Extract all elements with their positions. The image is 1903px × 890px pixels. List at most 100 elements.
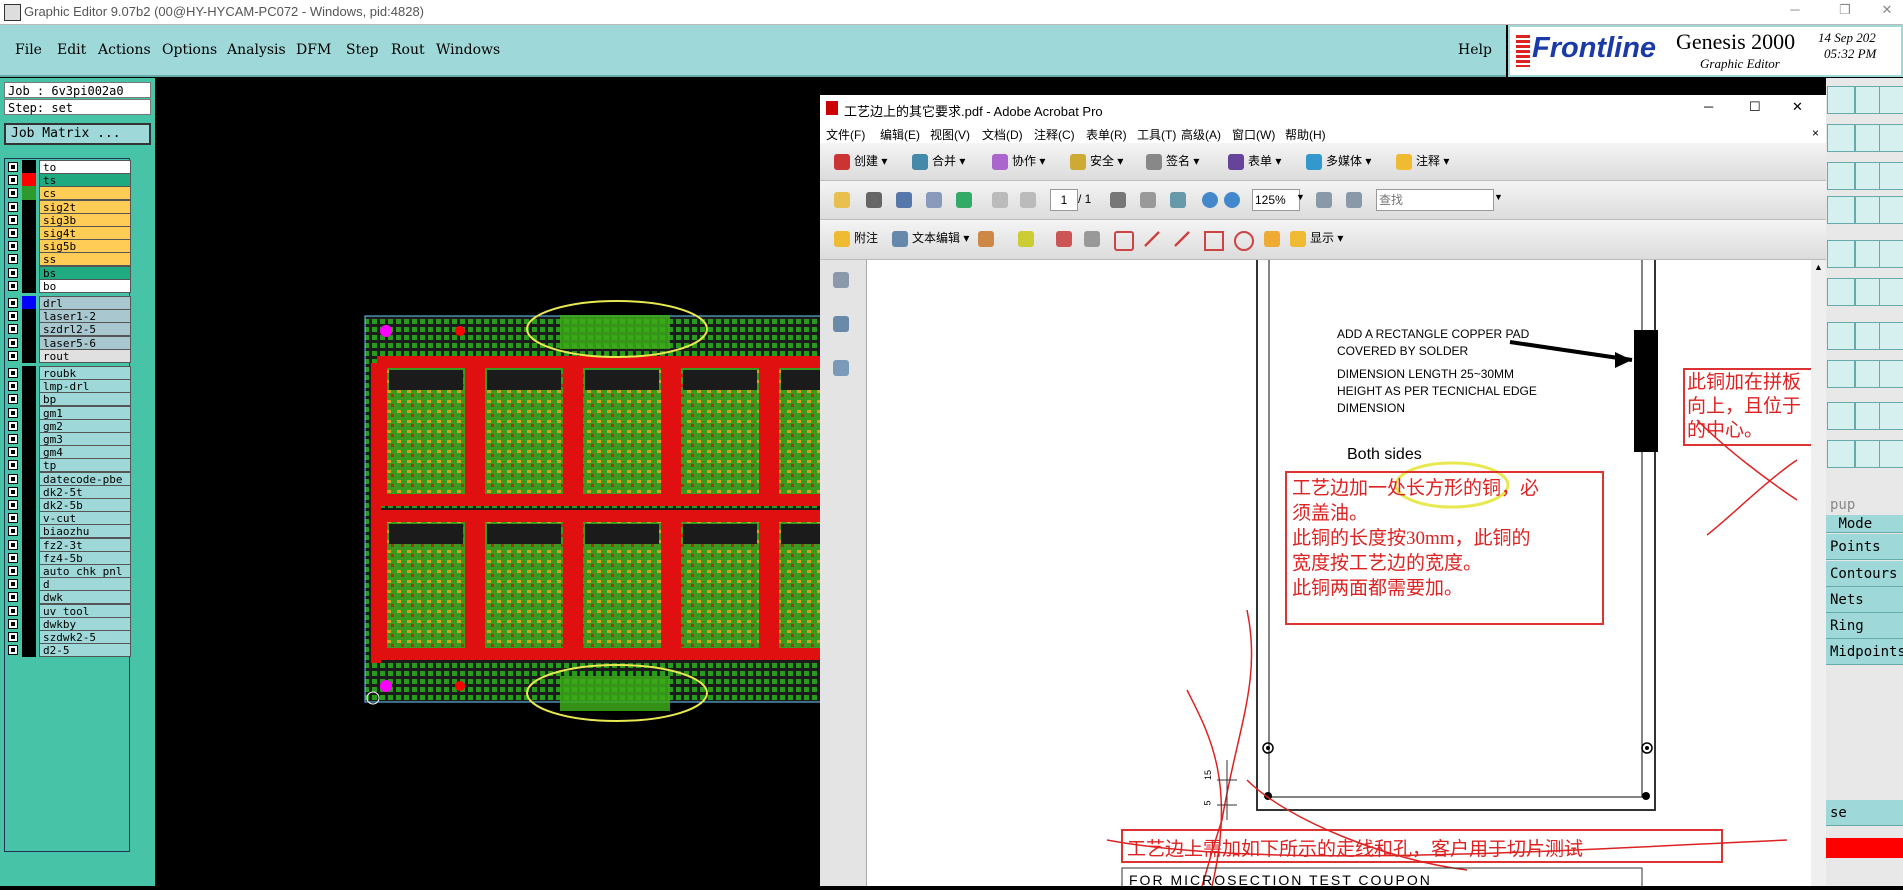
layer-color-swatch[interactable]	[22, 405, 36, 420]
acro-menu-document[interactable]: 文档(D)	[982, 126, 1023, 143]
zoom-out-icon[interactable]	[1202, 192, 1218, 208]
textbox-icon[interactable]	[1084, 231, 1100, 247]
tool-button-icon[interactable]	[1879, 440, 1903, 468]
pdf-page[interactable]: ADD A RECTANGLE COPPER PAD COVERED BY SO…	[867, 260, 1811, 886]
fit-width-icon[interactable]	[1316, 192, 1332, 208]
layer-color-swatch[interactable]	[22, 616, 36, 631]
layer-color-swatch[interactable]	[22, 432, 36, 446]
zoom-tool-icon[interactable]	[1170, 192, 1186, 208]
zoom-in-icon[interactable]	[1224, 192, 1240, 208]
layer-row[interactable]: gm4	[8, 445, 131, 460]
layer-checkbox[interactable]	[8, 162, 18, 172]
layer-name[interactable]: laser5-6	[39, 335, 131, 350]
scroll-up-icon[interactable]: ▲	[1814, 262, 1823, 272]
acrobat-maximize-icon[interactable]: ☐	[1749, 99, 1761, 115]
acro-menu-view[interactable]: 视图(V)	[930, 126, 970, 143]
sticky-note-button[interactable]: 附注	[834, 229, 878, 247]
tool-button-icon[interactable]	[1827, 360, 1855, 388]
layer-color-swatch[interactable]	[22, 630, 36, 644]
layer-name[interactable]: dk2-5t	[39, 484, 131, 499]
layer-color-swatch[interactable]	[22, 322, 36, 337]
layer-checkbox[interactable]	[8, 539, 18, 550]
oval-tool-icon[interactable]	[1234, 231, 1254, 251]
rectangle-tool-icon[interactable]	[1204, 231, 1224, 251]
layer-row[interactable]: ss	[8, 252, 131, 267]
layer-row[interactable]: dwk	[8, 590, 131, 605]
layer-color-swatch[interactable]	[22, 471, 36, 486]
tool-button-icon[interactable]	[1879, 162, 1903, 190]
open-icon[interactable]	[834, 192, 850, 208]
layer-name[interactable]: d	[39, 577, 131, 592]
tool-button-icon[interactable]	[1879, 402, 1903, 430]
tool-button-icon[interactable]	[1827, 162, 1855, 190]
layer-row[interactable]: auto_chk_pnl	[8, 564, 131, 578]
layer-row[interactable]: tp	[8, 458, 131, 473]
layer-row[interactable]: drl	[8, 296, 131, 310]
bookmarks-icon[interactable]	[833, 316, 849, 332]
layer-checkbox[interactable]	[8, 486, 18, 497]
layer-name[interactable]: laser1-2	[39, 309, 131, 324]
secure-button[interactable]: 安全 ▾	[1070, 152, 1123, 170]
layer-checkbox[interactable]	[8, 473, 18, 484]
layer-row[interactable]: d2-5	[8, 643, 131, 658]
layer-row[interactable]: sig4t	[8, 226, 131, 240]
layer-checkbox[interactable]	[8, 254, 18, 265]
tool-button-icon[interactable]	[1827, 402, 1855, 430]
layer-row[interactable]: szdwk2-5	[8, 630, 131, 644]
layer-checkbox[interactable]	[8, 605, 18, 616]
tool-button-icon[interactable]	[1879, 360, 1903, 388]
text-edit-button[interactable]: 文本编辑 ▾	[892, 229, 969, 247]
layer-color-swatch[interactable]	[22, 445, 36, 460]
layer-name[interactable]: auto_chk_pnl	[39, 564, 131, 578]
layer-color-swatch[interactable]	[22, 458, 36, 473]
layer-row[interactable]: ts	[8, 173, 131, 188]
layer-row[interactable]: bp	[8, 392, 131, 407]
layer-row[interactable]: szdrl2-5	[8, 322, 131, 337]
layer-checkbox[interactable]	[8, 214, 18, 225]
layer-color-swatch[interactable]	[22, 199, 36, 214]
arrow-tool-icon[interactable]	[1144, 231, 1160, 247]
layer-row[interactable]: dwkby	[8, 616, 131, 631]
layer-name[interactable]: ts	[39, 173, 131, 188]
layer-color-swatch[interactable]	[22, 577, 36, 592]
acrobat-window[interactable]: 工艺边上的其它要求.pdf - Adobe Acrobat Pro ─ ☐ ✕ …	[820, 95, 1826, 886]
search-input[interactable]	[1376, 189, 1494, 211]
layer-color-swatch[interactable]	[22, 550, 36, 565]
layer-color-swatch[interactable]	[22, 278, 36, 293]
layer-name[interactable]: gm1	[39, 405, 131, 420]
layer-color-swatch[interactable]	[22, 603, 36, 618]
layer-color-swatch[interactable]	[22, 643, 36, 658]
collaborate-button[interactable]: 协作 ▾	[992, 152, 1045, 170]
zoom-input[interactable]	[1252, 189, 1300, 211]
layer-color-swatch[interactable]	[22, 590, 36, 605]
signatures-icon[interactable]	[833, 360, 849, 376]
layer-checkbox[interactable]	[8, 337, 18, 348]
minimize-icon[interactable]: ─	[1780, 2, 1810, 22]
layer-color-swatch[interactable]	[22, 226, 36, 240]
layer-color-swatch[interactable]	[22, 296, 36, 310]
layer-name[interactable]: to	[39, 160, 131, 174]
cloud-icon[interactable]	[1114, 231, 1134, 251]
layer-name[interactable]: fz2-3t	[39, 537, 131, 552]
layer-checkbox[interactable]	[8, 350, 18, 361]
layer-checkbox[interactable]	[8, 394, 18, 405]
layer-color-swatch[interactable]	[22, 366, 36, 380]
acrobat-close-icon[interactable]: ✕	[1792, 99, 1803, 115]
layer-color-swatch[interactable]	[22, 265, 36, 280]
layer-name[interactable]: bs	[39, 265, 131, 280]
tool-button-icon[interactable]	[1827, 196, 1855, 224]
menu-options[interactable]: Options	[162, 42, 217, 58]
layer-color-swatch[interactable]	[22, 379, 36, 394]
layer-name[interactable]: cs	[39, 186, 131, 201]
pages-panel-icon[interactable]	[833, 272, 849, 288]
hand-tool-icon[interactable]	[1140, 192, 1156, 208]
layer-row[interactable]: v-cut	[8, 511, 131, 526]
layer-name[interactable]: v-cut	[39, 511, 131, 526]
layer-name[interactable]: szdwk2-5	[39, 630, 131, 644]
layer-checkbox[interactable]	[8, 500, 18, 510]
tool-button-icon[interactable]	[1827, 86, 1855, 114]
zoom-dropdown-icon[interactable]: ▼	[1296, 192, 1305, 202]
layer-checkbox[interactable]	[8, 368, 18, 378]
layer-color-swatch[interactable]	[22, 239, 36, 254]
layer-color-swatch[interactable]	[22, 335, 36, 350]
